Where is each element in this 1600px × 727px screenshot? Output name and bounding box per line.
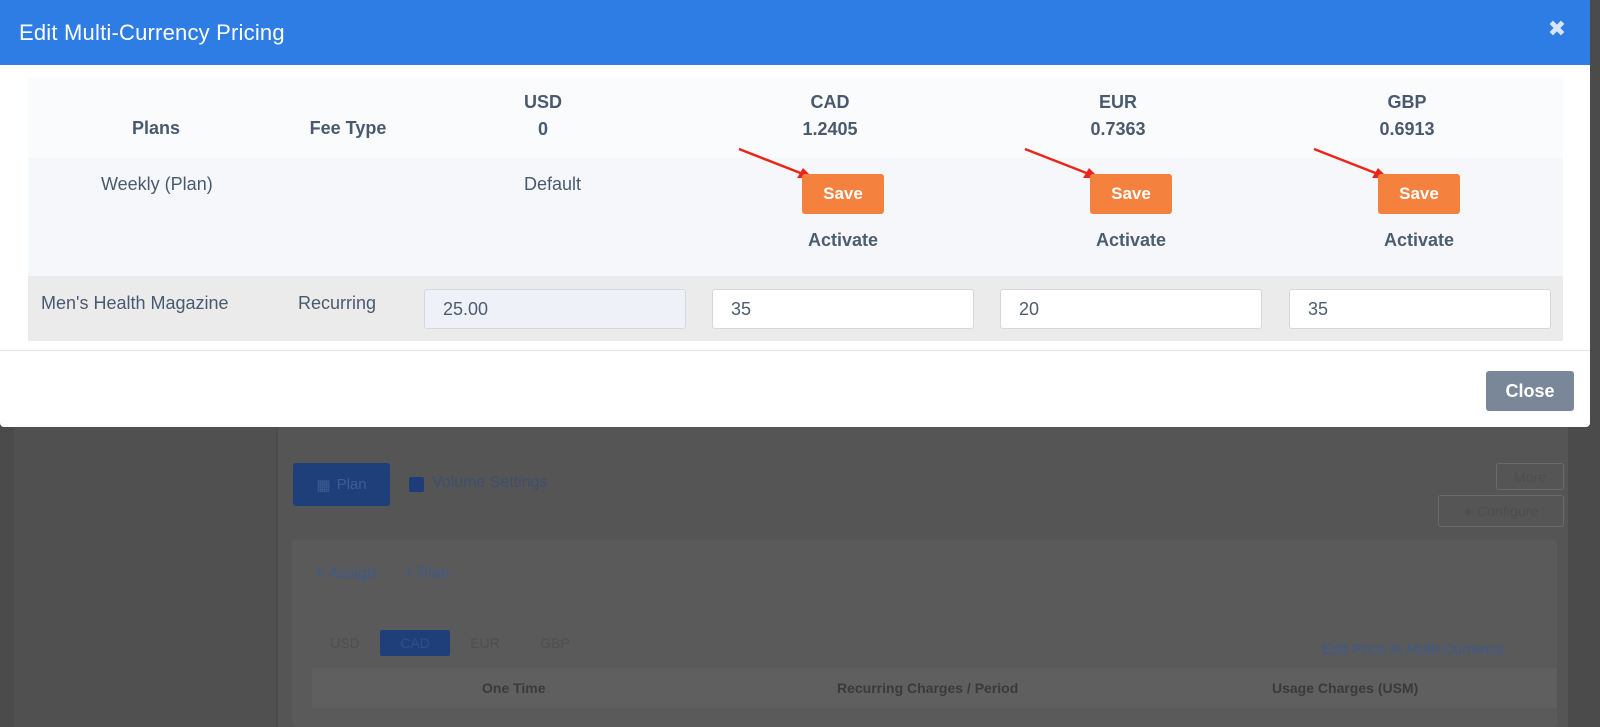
save-button-eur[interactable]: Save xyxy=(1090,174,1172,214)
close-button[interactable]: Close xyxy=(1486,371,1574,411)
background-more-button: More xyxy=(1496,463,1564,490)
save-button-cad[interactable]: Save xyxy=(802,174,884,214)
background-tab-usd: USD xyxy=(330,635,360,651)
modal-title: Edit Multi-Currency Pricing xyxy=(19,19,285,45)
background-configure-button: ● Configure xyxy=(1438,495,1564,527)
background-table-head: One Time Recurring Charges / Period Usag… xyxy=(312,668,1557,708)
gbp-price-input[interactable] xyxy=(1289,289,1551,329)
background-assign-link: + Assign xyxy=(315,565,376,582)
product-name: Men's Health Magazine xyxy=(41,293,229,313)
calendar-icon: ▦ xyxy=(316,476,331,494)
header-eur: EUR 0.7363 xyxy=(1090,92,1146,139)
background-plan-link: + Plan xyxy=(404,565,450,582)
background-plan-button: ▦ Plan xyxy=(293,463,390,506)
background-volume-settings: Volume Settings xyxy=(432,474,548,491)
background-tab-eur: EUR xyxy=(470,635,500,651)
plan-row: Weekly (Plan) Default Save Activate Save… xyxy=(28,147,1563,276)
save-button-gbp[interactable]: Save xyxy=(1378,174,1460,214)
usd-default-label: Default xyxy=(524,174,582,194)
header-fee-type: Fee Type xyxy=(309,118,387,138)
header-cad: CAD 1.2405 xyxy=(802,92,858,139)
plan-name: Weekly (Plan) xyxy=(101,174,213,194)
multi-currency-modal: Edit Multi-Currency Pricing ✖ Plans Fee … xyxy=(0,0,1590,427)
header-plans: Plans xyxy=(131,118,181,138)
background-tab-cad: CAD xyxy=(380,630,450,656)
close-icon[interactable]: ✖ xyxy=(1546,18,1568,40)
activate-link-cad[interactable]: Activate xyxy=(783,230,903,251)
activate-link-eur[interactable]: Activate xyxy=(1071,230,1191,251)
header-gbp: GBP 0.6913 xyxy=(1379,92,1435,139)
header-usd: USD 0 xyxy=(523,92,562,139)
modal-header: Edit Multi-Currency Pricing ✖ xyxy=(0,0,1590,65)
cad-price-input[interactable] xyxy=(712,289,974,329)
pricing-table: Plans Fee Type USD 0 CAD 1.2405 EUR 0.73… xyxy=(28,78,1563,341)
table-row: Men's Health Magazine Recurring xyxy=(28,276,1563,341)
activate-link-gbp[interactable]: Activate xyxy=(1359,230,1479,251)
background-edit-price-link: Edit Price in Multi-Currency xyxy=(1322,641,1504,658)
eur-price-input[interactable] xyxy=(1000,289,1262,329)
gear-icon: ● xyxy=(1463,503,1473,519)
footer-divider xyxy=(0,350,1590,351)
fee-type-value: Recurring xyxy=(298,293,377,313)
usd-price-input[interactable] xyxy=(424,289,686,329)
background-tab-gbp: GBP xyxy=(540,635,570,651)
background-volume-checkbox xyxy=(409,477,424,492)
background-sidebar xyxy=(14,425,276,727)
